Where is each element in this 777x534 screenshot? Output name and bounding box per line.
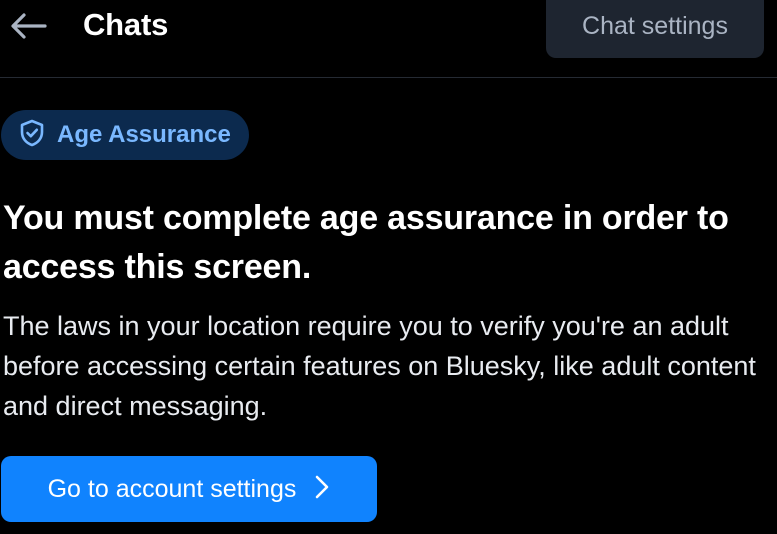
arrow-left-icon <box>8 11 48 41</box>
chat-settings-button[interactable]: Chat settings <box>546 0 764 58</box>
age-assurance-description: The laws in your location require you to… <box>3 311 756 421</box>
back-button[interactable] <box>6 6 50 46</box>
badge-label: Age Assurance <box>57 121 231 148</box>
chevron-right-icon <box>314 474 330 505</box>
shield-check-icon <box>19 119 45 152</box>
chat-settings-label: Chat settings <box>582 12 728 40</box>
age-assurance-heading: You must complete age assurance in order… <box>3 199 729 286</box>
page-title: Chats <box>83 7 169 42</box>
header: Chats Chat settings <box>0 0 777 78</box>
cta-label: Go to account settings <box>47 474 297 503</box>
age-assurance-badge: Age Assurance <box>1 110 249 160</box>
chats-screen: Chats Chat settings Age Assurance You mu… <box>0 0 777 534</box>
go-to-account-settings-button[interactable]: Go to account settings <box>1 456 377 522</box>
